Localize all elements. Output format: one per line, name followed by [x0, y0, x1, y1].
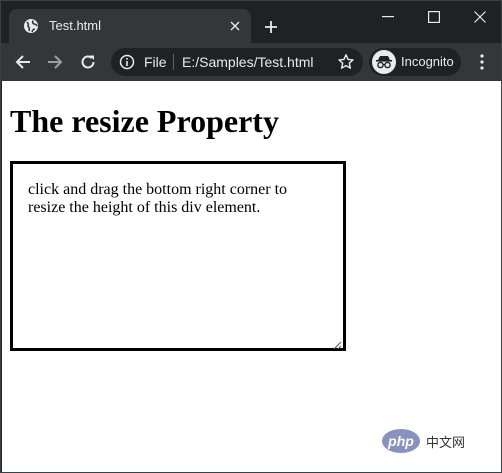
tab-test-html[interactable]: Test.html: [9, 9, 251, 43]
tab-title: Test.html: [49, 18, 102, 33]
toolbar: File E:/Samples/Test.html Incognito: [1, 43, 501, 81]
omnibox[interactable]: File E:/Samples/Test.html: [111, 48, 363, 76]
watermark-text: 中文网: [426, 435, 466, 451]
minimize-icon[interactable]: [365, 1, 411, 33]
incognito-label: Incognito: [401, 54, 454, 69]
watermark: php 中文网: [382, 427, 465, 455]
info-icon[interactable]: [119, 54, 135, 70]
resizable-div-text: click and drag the bottom right corner t…: [28, 181, 288, 216]
arrow-left-icon[interactable]: [10, 49, 36, 75]
kebab-menu-icon[interactable]: [471, 49, 493, 75]
globe-icon: [23, 18, 39, 34]
incognito-profile-button[interactable]: Incognito: [369, 48, 461, 76]
tab-strip: Test.html: [1, 1, 501, 43]
close-icon[interactable]: [225, 16, 245, 36]
reload-icon[interactable]: [75, 49, 101, 75]
resizable-div[interactable]: click and drag the bottom right corner t…: [10, 161, 346, 351]
page-content: The resize Property click and drag the b…: [2, 81, 501, 472]
url-scheme-label: File: [144, 54, 167, 70]
maximize-icon[interactable]: [411, 1, 457, 33]
close-icon[interactable]: [457, 1, 501, 33]
resize-grip-icon[interactable]: [332, 337, 342, 350]
url-text[interactable]: E:/Samples/Test.html: [182, 54, 314, 70]
star-icon[interactable]: [337, 53, 355, 71]
browser-window: Test.html File E:/Samples/Test.html Inco…: [0, 0, 502, 473]
incognito-icon: [372, 50, 396, 74]
omnibox-divider: [173, 54, 174, 70]
plus-icon[interactable]: [259, 15, 283, 39]
arrow-right-icon[interactable]: [42, 49, 68, 75]
php-logo: php: [382, 429, 420, 453]
page-title: The resize Property: [10, 103, 279, 139]
